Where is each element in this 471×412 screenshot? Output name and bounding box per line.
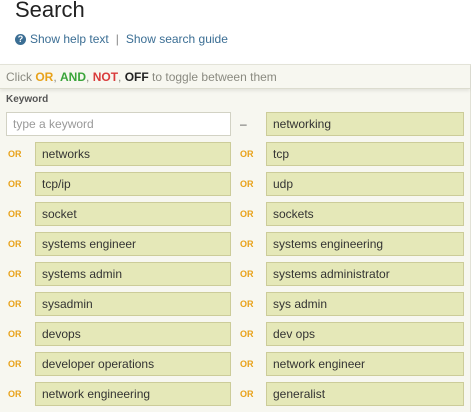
keyword-field[interactable]: sockets	[266, 202, 464, 226]
keyword-field[interactable]: systems engineer	[35, 232, 231, 256]
toggle-and: AND	[60, 70, 87, 84]
toggle-prefix: Click	[6, 70, 36, 84]
toggle-or: OR	[35, 70, 54, 84]
link-separator: |	[115, 32, 119, 46]
keyword-field[interactable]: devops	[35, 322, 231, 346]
toggle-sep-1: ,	[53, 70, 61, 84]
operator-toggle[interactable]: OR	[8, 352, 22, 376]
toggle-off: OFF	[124, 70, 149, 84]
show-search-guide-link[interactable]: Show search guide	[126, 31, 228, 47]
toggle-not: NOT	[92, 70, 119, 84]
keyword-field-networking[interactable]: networking	[266, 112, 464, 136]
keyword-field[interactable]: sysadmin	[35, 292, 231, 316]
operator-toggle[interactable]: OR	[8, 382, 22, 406]
operator-toggle[interactable]: OR	[240, 292, 254, 316]
operator-toggle[interactable]: OR	[8, 292, 22, 316]
keyword-field[interactable]: network engineer	[266, 352, 464, 376]
operator-toggle[interactable]: OR	[8, 262, 22, 286]
operator-toggle[interactable]: OR	[8, 202, 22, 226]
operator-toggle[interactable]: OR	[8, 322, 22, 346]
help-links: ? Show help text | Show search guide	[15, 31, 228, 47]
search-page: Search ? Show help text | Show search gu…	[0, 0, 471, 412]
keyword-field[interactable]: systems engineering	[266, 232, 464, 256]
toggle-sep-3: ,	[118, 70, 125, 84]
keyword-field[interactable]: tcp/ip	[35, 172, 231, 196]
operator-toggle[interactable]: OR	[240, 262, 254, 286]
operator-toggle[interactable]: OR	[8, 142, 22, 166]
keyword-field[interactable]: systems administrator	[266, 262, 464, 286]
keyword-field[interactable]: dev ops	[266, 322, 464, 346]
keyword-field[interactable]: network engineering	[35, 382, 231, 406]
keyword-field[interactable]: tcp	[266, 142, 464, 166]
keyword-panel: Click OR, AND, NOT, OFF to toggle betwee…	[0, 64, 471, 412]
operator-toggle[interactable]: OR	[8, 172, 22, 196]
toggle-instructions: Click OR, AND, NOT, OFF to toggle betwee…	[0, 64, 470, 89]
show-help-text-link[interactable]: Show help text	[30, 31, 109, 47]
keyword-field[interactable]: developer operations	[35, 352, 231, 376]
keyword-dash: –	[240, 117, 247, 131]
keyword-field[interactable]: sys admin	[266, 292, 464, 316]
toggle-suffix: to toggle between them	[148, 70, 277, 84]
question-circle-icon[interactable]: ?	[15, 33, 26, 45]
search-header: Search ? Show help text | Show search gu…	[0, 0, 471, 64]
operator-toggle[interactable]: OR	[240, 232, 254, 256]
operator-toggle[interactable]: OR	[240, 142, 254, 166]
operator-toggle[interactable]: OR	[240, 172, 254, 196]
operator-toggle[interactable]: OR	[240, 202, 254, 226]
operator-toggle[interactable]: OR	[240, 382, 254, 406]
keyword-field[interactable]: systems admin	[35, 262, 231, 286]
keyword-input[interactable]: type a keyword	[6, 112, 231, 136]
keyword-field[interactable]: networks	[35, 142, 231, 166]
toggle-sep-2: ,	[86, 70, 93, 84]
keyword-field[interactable]: socket	[35, 202, 231, 226]
page-title: Search	[15, 0, 85, 22]
operator-toggle[interactable]: OR	[8, 232, 22, 256]
keyword-field[interactable]: udp	[266, 172, 464, 196]
keyword-field[interactable]: generalist	[266, 382, 464, 406]
operator-toggle[interactable]: OR	[240, 322, 254, 346]
keyword-label: Keyword	[6, 94, 49, 105]
operator-toggle[interactable]: OR	[240, 352, 254, 376]
